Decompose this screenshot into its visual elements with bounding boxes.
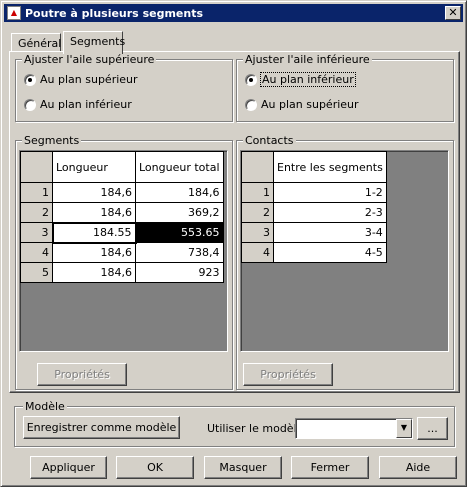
top-flange-option-bottom[interactable]: Au plan inférieur — [24, 98, 132, 111]
cell-length[interactable]: 184,6 — [52, 182, 136, 203]
contacts-table: Entre les segments 1 1-2 2 2-3 3 3-4 4 4… — [241, 151, 387, 263]
radio-label: Au plan supérieur — [261, 98, 359, 111]
table-row[interactable]: 1 184,6 184,6 — [20, 182, 224, 203]
row-number[interactable]: 1 — [20, 182, 53, 203]
radio-button[interactable] — [245, 73, 257, 86]
top-flange-option-top[interactable]: Au plan supérieur — [24, 73, 138, 86]
app-icon: ▲ — [7, 6, 21, 20]
help-button[interactable]: Aide — [379, 456, 457, 479]
segments-grid[interactable]: Longueur Longueur total 1 184,6 184,6 2 … — [19, 150, 228, 352]
row-number[interactable]: 2 — [20, 202, 53, 223]
radio-label: Au plan inférieur — [40, 98, 132, 111]
close-icon[interactable]: ✕ — [445, 6, 461, 20]
top-flange-title: Ajuster l'aile supérieure — [22, 53, 157, 66]
contacts-group-title: Contacts — [243, 134, 296, 147]
row-number[interactable]: 3 — [20, 222, 53, 243]
contacts-properties-button[interactable]: Propriétés — [243, 363, 333, 386]
column-header-between-segments[interactable]: Entre les segments — [273, 151, 387, 183]
bottom-flange-option-top[interactable]: Au plan supérieur — [245, 98, 359, 111]
row-number[interactable]: 1 — [241, 182, 274, 203]
segments-group: Segments Longueur Longueur total 1 184,6… — [15, 134, 233, 390]
segments-group-title: Segments — [22, 134, 82, 147]
bottom-flange-option-bottom[interactable]: Au plan inférieur — [245, 72, 356, 87]
radio-button[interactable] — [24, 98, 36, 111]
title-bar[interactable]: ▲ Poutre à plusieurs segments ✕ — [4, 4, 463, 22]
save-as-model-button[interactable]: Enregistrer comme modèle — [23, 416, 180, 439]
table-row[interactable]: 4 184,6 738,4 — [20, 242, 224, 263]
cell-length-editing[interactable]: 184.55 — [51, 221, 137, 244]
apply-button[interactable]: Appliquer — [30, 456, 107, 479]
column-header-length[interactable]: Longueur — [52, 151, 136, 183]
table-row[interactable]: 1 1-2 — [241, 182, 387, 203]
contacts-group: Contacts Entre les segments 1 1-2 2 2-3 — [236, 134, 454, 390]
cell-total-length[interactable]: 369,2 — [135, 202, 224, 223]
table-row[interactable]: 3 184.55 553.65 — [20, 221, 224, 244]
grid-corner — [20, 151, 53, 183]
radio-button[interactable] — [24, 73, 36, 86]
cell-total-length[interactable]: 738,4 — [135, 242, 224, 263]
row-number[interactable]: 4 — [241, 242, 274, 263]
table-row[interactable]: 2 184,6 369,2 — [20, 202, 224, 223]
cell-length[interactable]: 184,6 — [52, 242, 136, 263]
radio-button[interactable] — [245, 98, 257, 111]
browse-model-button[interactable]: ... — [417, 417, 448, 440]
contacts-grid[interactable]: Entre les segments 1 1-2 2 2-3 3 3-4 4 4… — [240, 150, 449, 352]
window-title: Poutre à plusieurs segments — [25, 6, 204, 20]
row-number[interactable]: 5 — [20, 262, 53, 283]
cell-total-length[interactable]: 184,6 — [135, 182, 224, 203]
cell-total-length-selected[interactable]: 553.65 — [135, 222, 224, 243]
bottom-flange-group: Ajuster l'aile inférieure Au plan inféri… — [236, 53, 454, 122]
close-button[interactable]: Fermer — [291, 456, 369, 479]
grid-corner — [241, 151, 274, 183]
cell-length[interactable]: 184,6 — [52, 262, 136, 283]
tab-segments[interactable]: Segments — [63, 31, 126, 54]
segments-properties-button[interactable]: Propriétés — [37, 363, 127, 386]
cell-total-length[interactable]: 923 — [135, 262, 224, 283]
use-model-label: Utiliser le modèle — [207, 422, 304, 435]
table-row[interactable]: 4 4-5 — [241, 242, 387, 263]
model-select[interactable]: ▼ — [295, 418, 413, 439]
cell-between-segments[interactable]: 4-5 — [273, 242, 387, 263]
row-number[interactable]: 3 — [241, 222, 274, 243]
tab-general[interactable]: Général — [11, 33, 61, 53]
cell-between-segments[interactable]: 2-3 — [273, 202, 387, 223]
chevron-down-icon[interactable]: ▼ — [396, 419, 412, 438]
row-number[interactable]: 2 — [241, 202, 274, 223]
table-row[interactable]: 2 2-3 — [241, 202, 387, 223]
tab-segments-label: Segments — [70, 35, 126, 48]
bottom-flange-title: Ajuster l'aile inférieure — [243, 53, 372, 66]
radio-label: Au plan supérieur — [40, 73, 138, 86]
table-header-row: Longueur Longueur total — [20, 151, 224, 183]
ok-button[interactable]: OK — [116, 456, 194, 479]
top-flange-group: Ajuster l'aile supérieure Au plan supéri… — [15, 53, 233, 122]
model-group-title: Modèle — [23, 400, 67, 413]
column-header-total-length[interactable]: Longueur total — [135, 151, 224, 183]
radio-label: Au plan inférieur — [260, 72, 356, 87]
table-header-row: Entre les segments — [241, 151, 387, 183]
tab-general-label: Général — [18, 37, 62, 50]
table-row[interactable]: 5 184,6 923 — [20, 262, 224, 283]
segments-tab-panel: Ajuster l'aile supérieure Au plan supéri… — [9, 51, 460, 393]
dialog-window: ▲ Poutre à plusieurs segments ✕ Général … — [0, 0, 467, 487]
hide-button[interactable]: Masquer — [204, 456, 282, 479]
cell-between-segments[interactable]: 3-4 — [273, 222, 387, 243]
cell-length[interactable]: 184,6 — [52, 202, 136, 223]
table-row[interactable]: 3 3-4 — [241, 222, 387, 243]
segments-table: Longueur Longueur total 1 184,6 184,6 2 … — [20, 151, 224, 283]
model-group: Modèle Enregistrer comme modèle Utiliser… — [14, 400, 455, 447]
cell-between-segments[interactable]: 1-2 — [273, 182, 387, 203]
row-number[interactable]: 4 — [20, 242, 53, 263]
